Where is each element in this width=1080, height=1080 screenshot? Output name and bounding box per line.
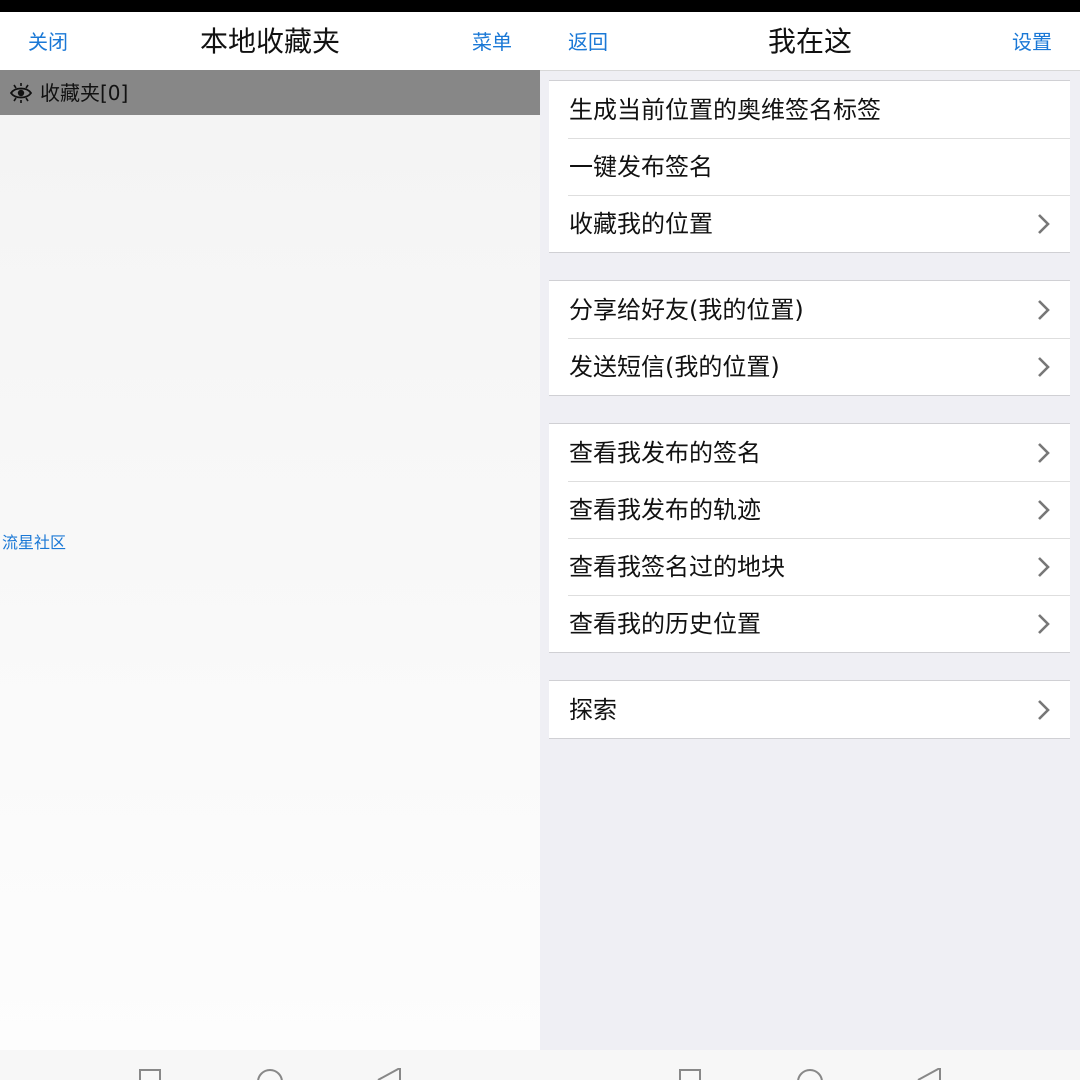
menu-item-label: 查看我发布的轨迹 [569,496,761,524]
menu-group: 分享给好友(我的位置) 发送短信(我的位置) [549,280,1070,396]
menu-item-favorite-location[interactable]: 收藏我的位置 [549,195,1070,252]
recent-apps-icon[interactable] [138,1068,162,1080]
menu-item-label: 生成当前位置的奥维签名标签 [569,96,881,124]
chevron-right-icon [1038,300,1050,320]
menu-item-label: 一键发布签名 [569,153,713,181]
home-icon[interactable] [796,1068,824,1080]
menu-group: 查看我发布的签名 查看我发布的轨迹 查看我签名过的地块 查看我的历史位置 [549,423,1070,653]
chevron-right-icon [1038,357,1050,377]
menu-item-publish-signature[interactable]: 一键发布签名 [549,138,1070,195]
left-nav-bar: 关闭 本地收藏夹 菜单 [0,12,540,71]
menu-item-label: 收藏我的位置 [569,210,713,238]
local-favorites-pane: 关闭 本地收藏夹 菜单 收藏夹[0] 流星社区 [0,12,540,1050]
settings-button[interactable]: 设置 [1012,12,1052,70]
menu-item-view-signed-plots[interactable]: 查看我签名过的地块 [549,538,1070,595]
menu-group: 生成当前位置的奥维签名标签 一键发布签名 收藏我的位置 [549,80,1070,253]
menu-item-label: 探索 [569,696,617,724]
favorites-folder-label: 收藏夹[0] [40,81,129,105]
chevron-right-icon [1038,500,1050,520]
status-bar [0,0,1080,12]
menu-item-view-signatures[interactable]: 查看我发布的签名 [549,424,1070,481]
home-icon[interactable] [256,1068,284,1080]
recent-apps-icon[interactable] [678,1068,702,1080]
chevron-right-icon [1038,614,1050,634]
page-title: 本地收藏夹 [199,25,340,58]
menu-item-label: 查看我签名过的地块 [569,553,785,581]
chevron-right-icon [1038,700,1050,720]
back-icon[interactable] [916,1068,942,1080]
eye-icon [9,83,33,103]
menu-item-label: 查看我的历史位置 [569,610,761,638]
page-title: 我在这 [767,25,852,58]
menu-item-explore[interactable]: 探索 [549,681,1070,738]
favorites-folder-row[interactable]: 收藏夹[0] [0,70,540,115]
menu-item-send-sms[interactable]: 发送短信(我的位置) [549,338,1070,395]
chevron-right-icon [1038,443,1050,463]
back-icon[interactable] [376,1068,402,1080]
menu-group: 探索 [549,680,1070,739]
chevron-right-icon [1038,214,1050,234]
system-navigation-bar [0,1050,1080,1080]
menu-button[interactable]: 菜单 [472,12,512,70]
menu-item-view-tracks[interactable]: 查看我发布的轨迹 [549,481,1070,538]
menu-item-label: 分享给好友(我的位置) [569,296,804,324]
right-nav-bar: 返回 我在这 设置 [540,12,1080,71]
community-link[interactable]: 流星社区 [2,529,66,553]
menu-item-share-to-friend[interactable]: 分享给好友(我的位置) [549,281,1070,338]
menu-item-label: 查看我发布的签名 [569,439,761,467]
menu-item-view-location-history[interactable]: 查看我的历史位置 [549,595,1070,652]
chevron-right-icon [1038,557,1050,577]
menu-item-label: 发送短信(我的位置) [569,353,780,381]
my-location-pane: 返回 我在这 设置 生成当前位置的奥维签名标签 一键发布签名 收藏我的位置 分享… [540,12,1080,1050]
menu-item-generate-signature-tag[interactable]: 生成当前位置的奥维签名标签 [549,81,1070,138]
